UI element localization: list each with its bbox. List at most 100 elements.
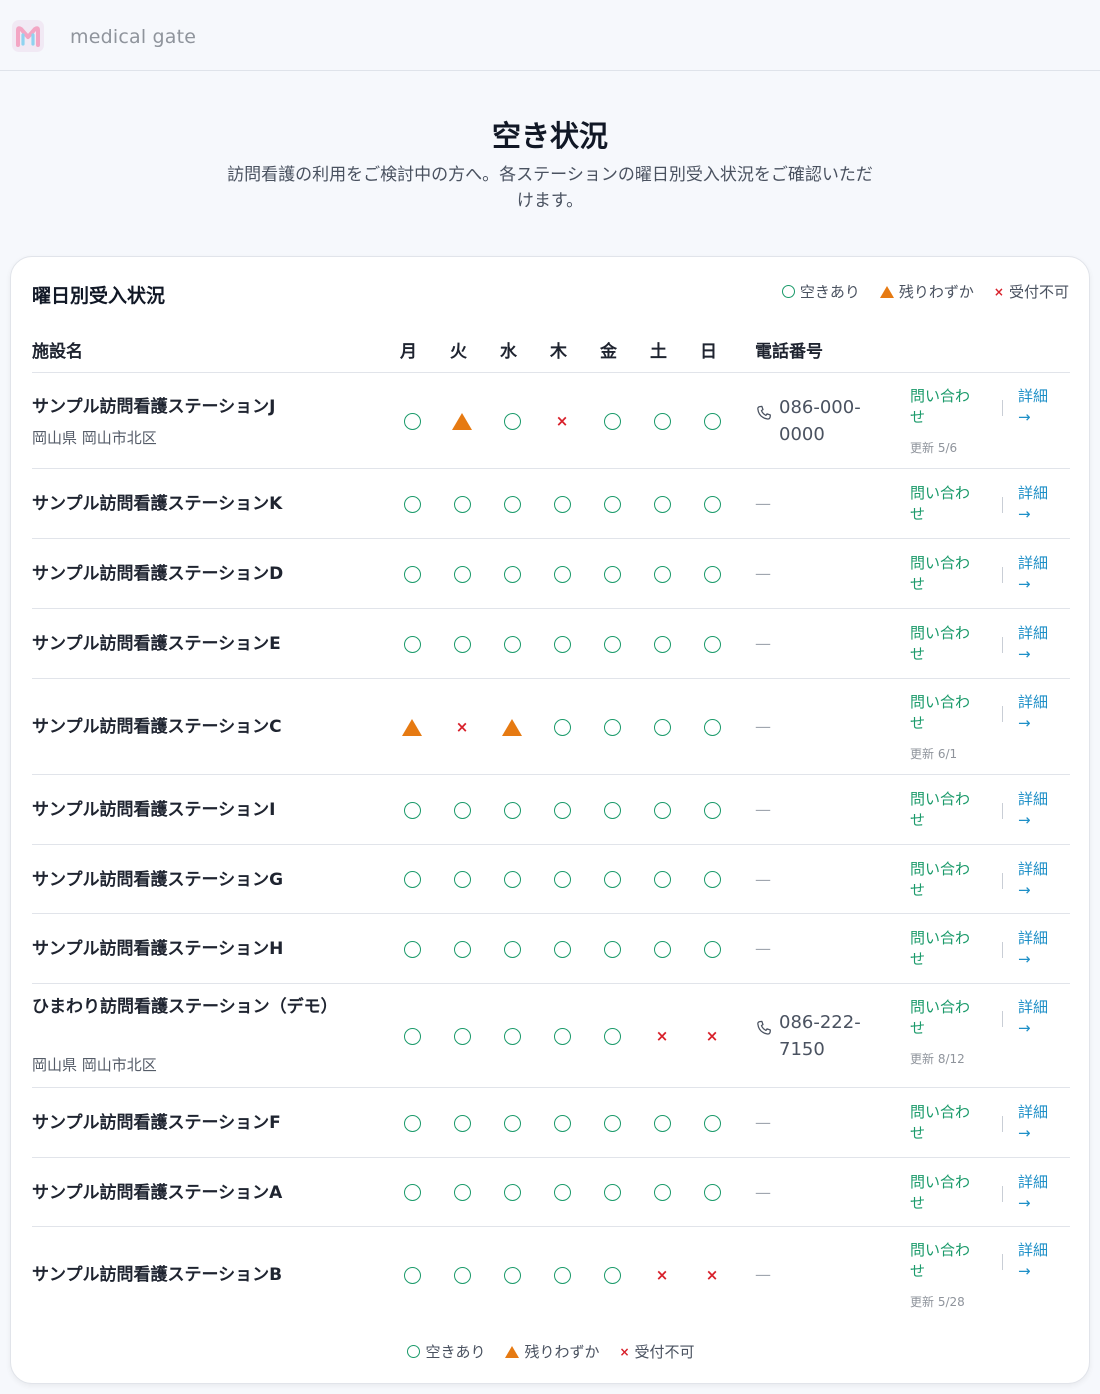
station-name[interactable]: サンプル訪問看護ステーションK [32,491,342,517]
phone-number[interactable]: 086-000-0000 [755,394,879,448]
day-status-5 [650,632,674,656]
day-status-4 [600,492,624,516]
circle-icon [781,285,795,298]
day-status-4 [600,1111,624,1135]
available-circle-icon [503,940,521,958]
available-circle-icon [453,801,471,819]
day-status-2 [500,492,524,516]
table-row: サンプル訪問看護ステーションF — 問い合わせ 詳細 → [32,1088,1070,1158]
legend-full: × 受付不可 [993,283,1069,301]
station-name[interactable]: サンプル訪問看護ステーションA [32,1180,342,1206]
day-status-0 [400,715,424,739]
detail-link[interactable]: 詳細 → [1018,859,1058,901]
phone-empty: — [755,1265,771,1284]
available-circle-icon [603,565,621,583]
detail-link[interactable]: 詳細 → [1018,483,1058,525]
day-status-2 [500,562,524,586]
app-header: medical gate [0,0,1100,71]
day-status-5 [650,937,674,961]
inquiry-link[interactable]: 問い合わせ [910,623,982,665]
available-circle-icon [453,1266,471,1284]
available-circle-icon [403,1027,421,1045]
inquiry-link[interactable]: 問い合わせ [910,553,982,595]
table-row: サンプル訪問看護ステーションE — 問い合わせ 詳細 → [32,609,1070,679]
day-status-4 [600,798,624,822]
available-circle-icon [453,495,471,513]
detail-link[interactable]: 詳細 → [1018,1240,1058,1282]
inquiry-link[interactable]: 問い合わせ [910,483,982,525]
available-circle-icon [503,1266,521,1284]
available-circle-icon [653,801,671,819]
station-name[interactable]: サンプル訪問看護ステーションF [32,1110,342,1136]
phone-empty: — [755,800,771,819]
station-name[interactable]: サンプル訪問看護ステーションH [32,936,342,962]
inquiry-link[interactable]: 問い合わせ [910,789,982,831]
available-circle-icon [603,1184,621,1201]
detail-link[interactable]: 詳細 → [1018,692,1058,734]
station-name[interactable]: サンプル訪問看護ステーションJ [32,394,342,420]
detail-link[interactable]: 詳細 → [1018,789,1058,831]
table-row: ひまわり訪問看護ステーション（デモ） 岡山県 岡山市北区 × × 086-222-71… [32,984,1070,1088]
header-sun: 日 [700,342,717,362]
available-circle-icon [453,635,471,653]
station-address: 岡山県 岡山市北区 [32,1056,157,1074]
day-status-6: × [700,1024,724,1048]
table-header: 施設名 月 火 水 木 金 土 日 電話番号 [32,337,1070,373]
detail-link[interactable]: 詳細 → [1018,928,1058,970]
day-status-5 [650,868,674,892]
phone-empty: — [755,1113,771,1132]
phone-empty: — [755,1182,771,1202]
available-circle-icon [703,871,721,888]
page-title: 空き状況 [491,119,608,153]
inquiry-link[interactable]: 問い合わせ [910,928,982,970]
available-circle-icon [403,565,421,583]
inquiry-link[interactable]: 問い合わせ [910,997,982,1039]
availability-card: 曜日別受入状況 空きあり 残りわずか × 受付不可 施設名 月 火 水 木 金 土… [10,256,1090,1384]
phone-number[interactable]: 086-222-7150 [755,1009,879,1063]
available-circle-icon [503,495,521,513]
day-status-6: × [700,1263,724,1287]
detail-link[interactable]: 詳細 → [1018,1102,1058,1144]
day-status-3 [550,1024,574,1048]
day-status-5 [650,562,674,586]
available-circle-icon [653,871,671,888]
detail-link[interactable]: 詳細 → [1018,1172,1058,1214]
station-name[interactable]: サンプル訪問看護ステーションI [32,797,342,823]
phone-empty: — [755,634,771,653]
station-name[interactable]: サンプル訪問看護ステーションC [32,714,342,740]
inquiry-link[interactable]: 問い合わせ [910,1172,982,1214]
day-status-6 [700,409,724,433]
available-circle-icon [653,940,671,958]
brand-name[interactable]: medical gate [70,26,196,48]
full-cross-icon: × [455,717,469,736]
inquiry-link[interactable]: 問い合わせ [910,859,982,901]
detail-link[interactable]: 詳細 → [1018,553,1058,595]
station-name[interactable]: サンプル訪問看護ステーションE [32,631,342,657]
detail-link[interactable]: 詳細 → [1018,997,1058,1039]
logo-icon[interactable] [12,20,44,52]
available-circle-icon [403,1266,421,1284]
station-name[interactable]: ひまわり訪問看護ステーション（デモ） [32,994,342,1020]
day-status-0 [400,409,424,433]
detail-link[interactable]: 詳細 → [1018,386,1058,428]
day-status-6 [700,492,724,516]
full-cross-icon: × [655,1026,669,1045]
station-name[interactable]: サンプル訪問看護ステーションD [32,561,342,587]
available-circle-icon [553,1027,571,1045]
inquiry-link[interactable]: 問い合わせ [910,386,982,428]
day-status-3 [550,715,574,739]
day-status-6 [700,1111,724,1135]
table-row: サンプル訪問看護ステーションB × × — 問い合わせ 更新 5/28 詳細 → [32,1227,1070,1323]
inquiry-link[interactable]: 問い合わせ [910,1102,982,1144]
inquiry-link[interactable]: 問い合わせ [910,692,982,734]
inquiry-link[interactable]: 問い合わせ [910,1240,982,1282]
link-separator [1002,567,1003,583]
available-circle-icon [453,1184,471,1201]
day-status-0 [400,492,424,516]
table-row: サンプル訪問看護ステーションJ 岡山県 岡山市北区 × 086-000-0000 問い… [32,373,1070,469]
station-name[interactable]: サンプル訪問看護ステーションG [32,867,342,893]
station-name[interactable]: サンプル訪問看護ステーションB [32,1262,342,1288]
header-sat: 土 [650,342,667,362]
detail-link[interactable]: 詳細 → [1018,623,1058,665]
day-status-3: × [550,409,574,433]
